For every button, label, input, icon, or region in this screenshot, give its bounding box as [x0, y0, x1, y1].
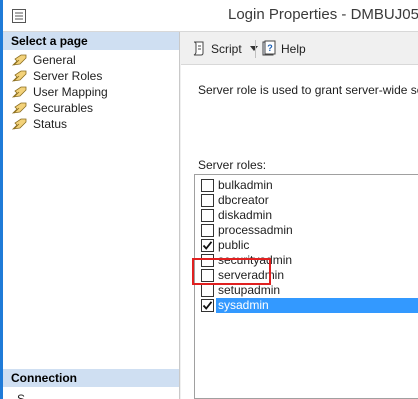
page-item-server-roles[interactable]: Server Roles — [3, 68, 179, 84]
page-icon — [12, 70, 27, 82]
server-roles-list: bulkadmin dbcreator diskadmin processadm… — [194, 174, 418, 399]
role-label: dbcreator — [218, 193, 269, 207]
title-bar: Login Properties - DMBUJ056 — [0, 0, 418, 32]
connection-header: Connection — [3, 369, 179, 387]
svg-text:?: ? — [267, 43, 273, 53]
page-icon — [12, 102, 27, 114]
help-label: Help — [281, 42, 306, 56]
page-item-securables[interactable]: Securables — [3, 100, 179, 116]
role-checkbox[interactable] — [201, 224, 214, 237]
role-row-sysadmin[interactable]: sysadmin — [195, 298, 418, 313]
page-selector-pane: Select a page General Server Roles User … — [3, 32, 180, 399]
role-checkbox[interactable] — [201, 239, 214, 252]
role-row-securityadmin[interactable]: securityadmin — [195, 253, 418, 268]
role-row-public[interactable]: public — [195, 238, 418, 253]
page-item-user-mapping[interactable]: User Mapping — [3, 84, 179, 100]
script-button[interactable]: Script — [191, 40, 258, 57]
page-icon — [12, 54, 27, 66]
toolbar-separator — [255, 40, 256, 58]
role-row-processadmin[interactable]: processadmin — [195, 223, 418, 238]
help-button[interactable]: ? Help — [261, 40, 306, 57]
server-role-description: Server role is used to grant server-wide… — [198, 83, 418, 97]
checkmark-icon — [202, 301, 213, 310]
window-title: Login Properties - DMBUJ056 — [228, 6, 418, 23]
role-row-bulkadmin[interactable]: bulkadmin — [195, 178, 418, 193]
page-label: User Mapping — [33, 85, 108, 99]
page-item-general[interactable]: General — [3, 52, 179, 68]
role-row-dbcreator[interactable]: dbcreator — [195, 193, 418, 208]
server-roles-label: Server roles: — [198, 158, 267, 172]
select-page-header: Select a page — [3, 32, 179, 50]
page-label: General — [33, 53, 76, 67]
help-icon: ? — [262, 40, 276, 56]
role-label: bulkadmin — [218, 178, 273, 192]
role-label: setupadmin — [218, 283, 281, 297]
checkmark-icon — [202, 241, 213, 250]
role-label: processadmin — [218, 223, 293, 237]
role-label: serveradmin — [218, 268, 285, 282]
page-list: General Server Roles User Mapping Secura… — [3, 52, 179, 132]
role-row-serveradmin[interactable]: serveradmin — [195, 268, 418, 283]
role-label: public — [218, 238, 250, 252]
role-label: diskadmin — [218, 208, 273, 222]
page-icon — [12, 86, 27, 98]
page-icon — [12, 118, 27, 130]
role-checkbox[interactable] — [201, 269, 214, 282]
toolbar: Script ? Help — [181, 32, 418, 65]
role-checkbox[interactable] — [201, 284, 214, 297]
page-label: Status — [33, 117, 68, 131]
page-label: Securables — [33, 101, 94, 115]
page-item-status[interactable]: Status — [3, 116, 179, 132]
role-checkbox[interactable] — [201, 209, 214, 222]
role-checkbox[interactable] — [201, 299, 214, 312]
role-checkbox[interactable] — [201, 179, 214, 192]
page-label: Server Roles — [33, 69, 103, 83]
role-label: sysadmin — [216, 298, 271, 313]
login-properties-window: Login Properties - DMBUJ056 Select a pag… — [0, 0, 418, 399]
role-row-diskadmin[interactable]: diskadmin — [195, 208, 418, 223]
role-checkbox[interactable] — [201, 254, 214, 267]
properties-pane: Script ? Help Server role is used to gra… — [181, 32, 418, 399]
role-row-setupadmin[interactable]: setupadmin — [195, 283, 418, 298]
script-dropdown-caret-icon[interactable] — [249, 46, 258, 51]
role-checkbox[interactable] — [201, 194, 214, 207]
server-roles-page: Server role is used to grant server-wide… — [181, 65, 418, 399]
script-icon — [193, 41, 204, 56]
role-label: securityadmin — [218, 253, 293, 267]
connection-line: S — [17, 392, 26, 399]
window-icon — [12, 9, 26, 23]
script-label: Script — [211, 42, 242, 56]
